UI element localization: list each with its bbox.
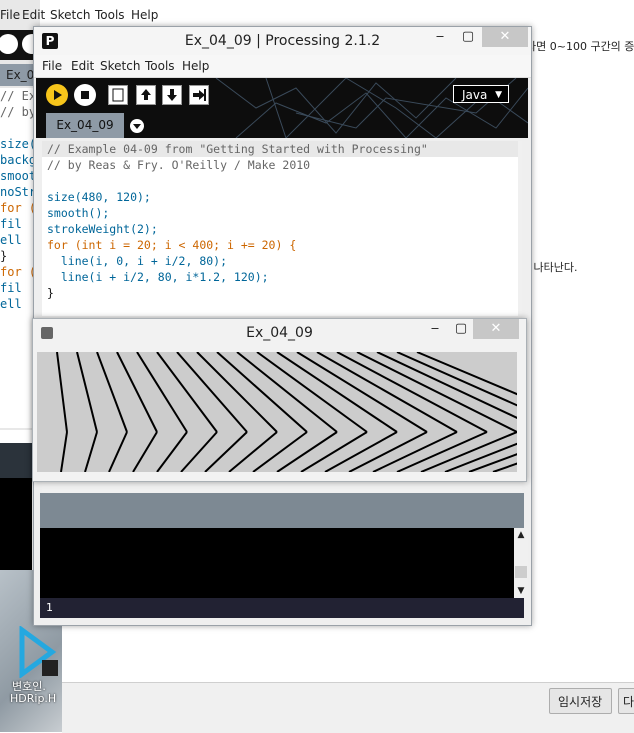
menu-edit[interactable]: Edit — [71, 59, 94, 73]
console-scroll-thumb[interactable] — [515, 566, 527, 578]
sketch-line — [60, 431, 68, 472]
sketch-line — [396, 352, 517, 407]
export-button[interactable] — [189, 85, 209, 105]
menu-help[interactable]: Help — [182, 59, 209, 73]
console-scrollbar[interactable]: ▲ ▼ — [514, 528, 528, 598]
line-number: 1 — [46, 601, 53, 614]
save-sketch-button[interactable] — [162, 85, 182, 105]
code-line: } — [47, 286, 54, 300]
chevron-up-icon[interactable]: ▲ — [518, 141, 522, 155]
title-bar[interactable]: P Ex_04_09 | Processing 2.1.2 ‒ ▢ ✕ — [34, 27, 531, 55]
next-button[interactable]: 다 — [618, 688, 634, 714]
line-number-bar: 1 — [40, 598, 524, 618]
menu-tools[interactable]: Tools — [145, 59, 175, 73]
run-button[interactable] — [46, 84, 68, 106]
code-line: size(480, 120); — [47, 190, 151, 204]
sketch-line — [444, 442, 517, 472]
code-editor[interactable]: // Example 04-09 from "Getting Started w… — [42, 141, 522, 316]
console: ▲ ▼ — [40, 528, 528, 598]
sketch-canvas[interactable] — [37, 352, 517, 472]
doc-text-line: 사면 0~100 구간의 증 — [526, 40, 634, 53]
bg-status-bar — [0, 443, 32, 478]
bg-run-icon[interactable] — [0, 34, 18, 54]
bg-menu-file[interactable]: File — [0, 8, 20, 22]
close-icon[interactable]: ✕ — [482, 27, 528, 47]
editor-scrollbar[interactable]: ▲ — [518, 141, 522, 316]
menu-sketch[interactable]: Sketch — [100, 59, 140, 73]
desktop-icon-label: HDRip.H — [10, 692, 57, 705]
status-bar — [40, 493, 524, 528]
sketch-line — [84, 431, 98, 472]
code-line: for (int i = 20; i < 400; i += 20) { — [47, 238, 297, 252]
sketch-line — [56, 352, 68, 433]
temp-save-button[interactable]: 임시저장 — [549, 688, 612, 714]
sketch-line — [132, 431, 158, 472]
tab-menu-button[interactable] — [130, 119, 144, 133]
sketch-line — [156, 431, 188, 472]
menu-file[interactable]: File — [42, 59, 62, 73]
sketch-line — [136, 352, 188, 433]
mode-selector-label: Java — [462, 88, 488, 102]
bg-menu-sketch[interactable]: Sketch — [50, 8, 90, 22]
code-line: // by Reas & Fry. O'Reilly / Make 2010 — [47, 158, 311, 172]
new-sketch-button[interactable] — [108, 85, 128, 105]
close-icon[interactable]: ✕ — [473, 319, 519, 339]
bg-menu-edit[interactable]: Edit — [22, 8, 45, 22]
sketch-line — [76, 352, 98, 433]
chevron-down-icon: ▼ — [495, 90, 502, 100]
bg-console — [0, 478, 32, 570]
chevron-down-icon — [133, 124, 141, 129]
sketch-line — [108, 431, 128, 472]
sketch-line — [252, 431, 308, 472]
code-line: line(i + i/2, 80, i*1.2, 120); — [47, 270, 269, 284]
code-line: smooth(); — [47, 206, 110, 220]
code-line: line(i, 0, i + i/2, 80); — [47, 254, 228, 268]
menubar: File Edit Sketch Tools Help — [34, 55, 531, 78]
sketch-line — [416, 352, 517, 396]
sketch-line — [256, 352, 368, 433]
editor-horizontal-scrollbar[interactable] — [42, 480, 522, 494]
mode-selector[interactable]: Java ▼ — [453, 85, 509, 103]
sketch-line — [236, 352, 338, 433]
sketch-line — [420, 431, 517, 472]
doc-text-line: - 나타난다. — [526, 261, 578, 274]
video-file-icon[interactable] — [18, 626, 58, 678]
maximize-icon[interactable]: ▢ — [452, 27, 484, 47]
code-line: strokeWeight(2); — [47, 222, 158, 236]
tab-ex-04-09[interactable]: Ex_04_09 — [46, 113, 124, 138]
sketch-line — [296, 352, 428, 433]
sketch-line — [228, 431, 278, 472]
chevron-up-icon[interactable]: ▲ — [514, 528, 528, 542]
sketch-output-window: Ex_04_09 ‒ ▢ ✕ — [32, 318, 527, 482]
sketch-line — [396, 431, 488, 472]
stop-button[interactable] — [74, 84, 96, 106]
background-menubar: File Edit Sketch Tools Help — [0, 6, 480, 26]
bg-menu-help[interactable]: Help — [131, 8, 158, 22]
sketch-line — [336, 352, 488, 433]
open-sketch-button[interactable] — [136, 85, 156, 105]
sketch-line — [276, 431, 338, 472]
code-line: // Example 04-09 from "Getting Started w… — [42, 141, 522, 157]
chevron-down-icon[interactable]: ▼ — [514, 584, 528, 598]
bg-menu-tools[interactable]: Tools — [95, 8, 125, 22]
